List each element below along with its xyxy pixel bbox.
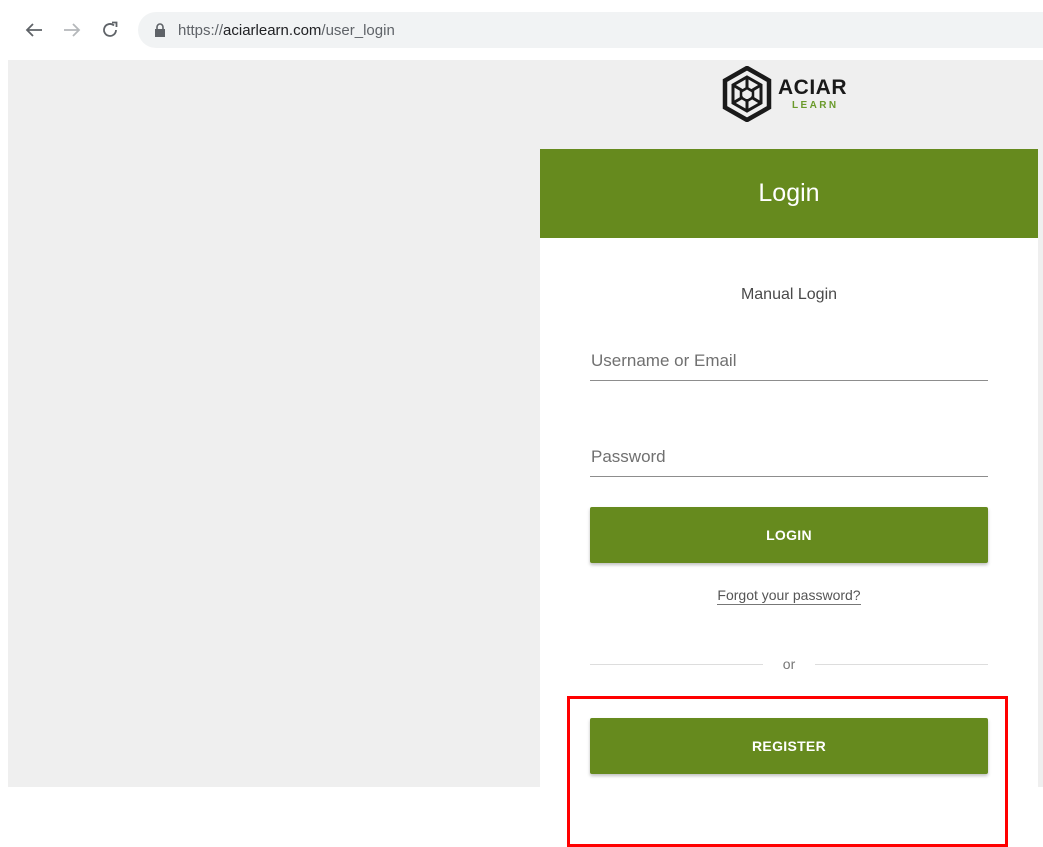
aciar-learn-logo[interactable]: ACIAR LEARN bbox=[722, 64, 847, 124]
username-email-input[interactable] bbox=[590, 341, 988, 381]
or-divider: or bbox=[590, 649, 989, 679]
login-title: Login bbox=[758, 179, 820, 207]
address-bar[interactable]: https://aciarlearn.com/user_login bbox=[138, 12, 1043, 48]
lock-icon bbox=[154, 23, 166, 37]
divider-line-left bbox=[590, 663, 763, 665]
password-input[interactable] bbox=[590, 437, 988, 477]
url-text: https://aciarlearn.com/user_login bbox=[178, 22, 395, 39]
url-path: /user_login bbox=[321, 21, 395, 39]
logo-title: ACIAR bbox=[778, 76, 847, 99]
browser-toolbar: https://aciarlearn.com/user_login bbox=[0, 0, 1043, 60]
page-body: ACIAR LEARN Login Manual Login LOGIN For… bbox=[0, 60, 1043, 847]
register-button[interactable]: REGISTER bbox=[590, 718, 988, 774]
forgot-password-link[interactable]: Forgot your password? bbox=[717, 587, 861, 605]
back-arrow-icon[interactable] bbox=[22, 18, 46, 42]
logo-text: ACIAR LEARN bbox=[778, 77, 847, 111]
reload-icon[interactable] bbox=[98, 18, 122, 42]
forward-arrow-icon[interactable] bbox=[60, 18, 84, 42]
login-card: Login Manual Login LOGIN Forgot your pas… bbox=[540, 149, 1038, 787]
logo-subtitle: LEARN bbox=[792, 100, 839, 111]
url-domain: aciarlearn.com bbox=[223, 21, 322, 39]
login-button[interactable]: LOGIN bbox=[590, 507, 988, 563]
divider-or-text: or bbox=[782, 656, 796, 672]
forgot-password-row: Forgot your password? bbox=[540, 587, 1038, 605]
url-scheme: https:// bbox=[178, 21, 224, 39]
manual-login-heading: Manual Login bbox=[740, 286, 838, 303]
hexagon-logo-icon bbox=[722, 66, 772, 122]
login-card-header: Login bbox=[540, 149, 1038, 238]
divider-line-right bbox=[815, 663, 989, 665]
